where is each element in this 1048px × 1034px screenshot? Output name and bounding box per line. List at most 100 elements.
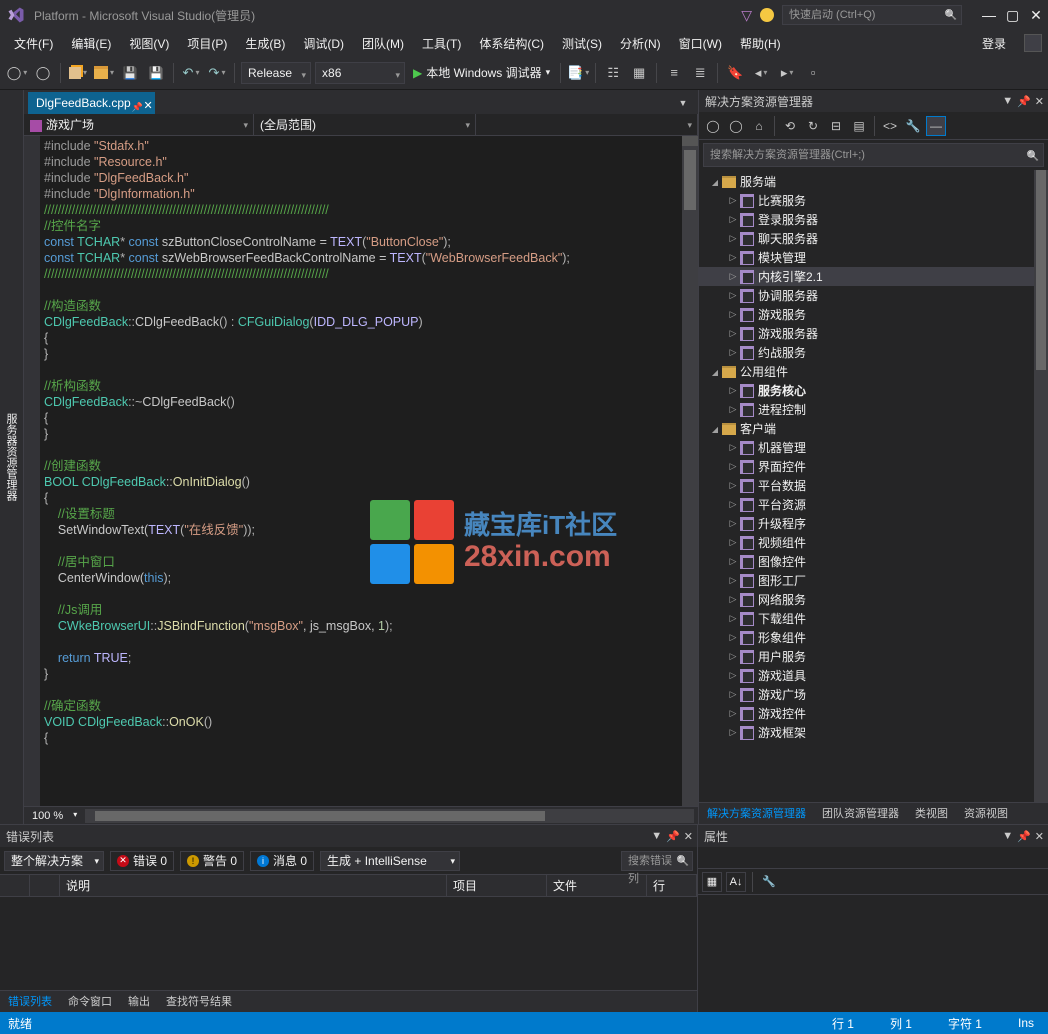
tree-proj-usersvc[interactable]: 用户服务 bbox=[699, 647, 1048, 666]
menu-help[interactable]: 帮助(H) bbox=[732, 32, 789, 55]
panel-pin-icon[interactable]: 📌 bbox=[1017, 95, 1031, 108]
redo-button[interactable] bbox=[206, 62, 228, 84]
tree-proj-gameframe[interactable]: 游戏框架 bbox=[699, 723, 1048, 742]
tree-proj-shape[interactable]: 形象组件 bbox=[699, 628, 1048, 647]
quick-launch-input[interactable]: 快速启动 (Ctrl+Q) bbox=[782, 5, 962, 25]
code-content[interactable]: #include "Stdafx.h" #include "Resource.h… bbox=[40, 136, 698, 806]
user-avatar-icon[interactable] bbox=[1024, 34, 1042, 52]
tree-proj-graph[interactable]: 图形工厂 bbox=[699, 571, 1048, 590]
se-preview-button[interactable]: — bbox=[926, 116, 946, 136]
prev-bookmark-button[interactable]: ◂ bbox=[750, 62, 772, 84]
tree-proj-platdata[interactable]: 平台数据 bbox=[699, 476, 1048, 495]
maximize-button[interactable]: ▢ bbox=[1006, 9, 1018, 21]
tab-solution-explorer[interactable]: 解决方案资源管理器 bbox=[699, 803, 814, 824]
doc-tab-dlgfeedback[interactable]: DlgFeedBack.cpp 📌 ✕ bbox=[28, 92, 155, 114]
tree-folder-client[interactable]: 客户端 bbox=[699, 419, 1048, 438]
props-categorized-button[interactable]: ▦ bbox=[702, 872, 722, 892]
find-in-files-button[interactable]: 📑 bbox=[567, 62, 589, 84]
tree-proj-coord[interactable]: 协调服务器 bbox=[699, 286, 1048, 305]
properties-grid[interactable] bbox=[698, 895, 1048, 1012]
hscroll-thumb[interactable] bbox=[95, 811, 545, 821]
tree-proj-upgrade[interactable]: 升级程序 bbox=[699, 514, 1048, 533]
tree-proj-chat[interactable]: 聊天服务器 bbox=[699, 229, 1048, 248]
tree-proj-gamectrl[interactable]: 游戏控件 bbox=[699, 704, 1048, 723]
close-button[interactable]: ✕ bbox=[1030, 9, 1042, 21]
props-object-combo[interactable] bbox=[698, 847, 1048, 869]
undo-button[interactable] bbox=[180, 62, 202, 84]
nav-type-combo[interactable]: (全局范围) bbox=[254, 114, 476, 135]
tree-proj-image[interactable]: 图像控件 bbox=[699, 552, 1048, 571]
nav-forward-button[interactable]: ◯ bbox=[32, 62, 54, 84]
tree-proj-video[interactable]: 视频组件 bbox=[699, 533, 1048, 552]
solution-tree[interactable]: 服务端 比赛服务 登录服务器 聊天服务器 模块管理 内核引擎2.1 协调服务器 … bbox=[699, 170, 1048, 802]
props-alpha-button[interactable]: A↓ bbox=[726, 872, 746, 892]
el-build-filter[interactable]: 生成 + IntelliSense bbox=[320, 851, 460, 871]
save-all-button[interactable] bbox=[145, 62, 167, 84]
menu-window[interactable]: 窗口(W) bbox=[671, 32, 730, 55]
tab-team-explorer[interactable]: 团队资源管理器 bbox=[814, 803, 907, 824]
save-button[interactable] bbox=[119, 62, 141, 84]
tree-proj-gameplaza[interactable]: 游戏广场 bbox=[699, 685, 1048, 704]
el-dropdown-icon[interactable]: ▼ bbox=[651, 830, 662, 843]
comment-button[interactable]: ≡ bbox=[663, 62, 685, 84]
platform-select[interactable]: x86 bbox=[315, 62, 405, 84]
se-showall-button[interactable]: ▤ bbox=[849, 116, 869, 136]
el-col-icon[interactable] bbox=[0, 875, 30, 896]
tree-proj-download[interactable]: 下载组件 bbox=[699, 609, 1048, 628]
tree-proj-gamesvc[interactable]: 游戏服务 bbox=[699, 305, 1048, 324]
code-editor[interactable]: #include "Stdafx.h" #include "Resource.h… bbox=[24, 136, 698, 806]
menu-analyze[interactable]: 分析(N) bbox=[612, 32, 669, 55]
bookmark-button[interactable]: 🔖 bbox=[724, 62, 746, 84]
tree-folder-server[interactable]: 服务端 bbox=[699, 172, 1048, 191]
el-search-input[interactable]: 搜索错误列 bbox=[621, 851, 693, 871]
el-pin-icon[interactable]: 📌 bbox=[666, 830, 680, 843]
menu-test[interactable]: 测试(S) bbox=[554, 32, 610, 55]
vscroll-thumb[interactable] bbox=[684, 150, 696, 210]
se-back-button[interactable]: ◯ bbox=[703, 116, 723, 136]
uncomment-button[interactable]: ≣ bbox=[689, 62, 711, 84]
editor-hscrollbar[interactable] bbox=[85, 809, 694, 823]
tree-proj-gameitem[interactable]: 游戏道具 bbox=[699, 666, 1048, 685]
menu-arch[interactable]: 体系结构(C) bbox=[471, 32, 552, 55]
next-bookmark-button[interactable]: ▸ bbox=[776, 62, 798, 84]
outline-margin[interactable] bbox=[24, 136, 40, 806]
run-debug-button[interactable]: ▶ 本地 Windows 调试器 ▾ bbox=[409, 64, 554, 81]
notifications-icon[interactable]: ▽ bbox=[741, 7, 752, 24]
menu-tools[interactable]: 工具(T) bbox=[414, 32, 469, 55]
tree-proj-proc[interactable]: 进程控制 bbox=[699, 400, 1048, 419]
se-sync-button[interactable]: ⟲ bbox=[780, 116, 800, 136]
tab-command-window[interactable]: 命令窗口 bbox=[60, 991, 120, 1013]
el-close-icon[interactable]: ✕ bbox=[684, 830, 693, 843]
panel-close-icon[interactable]: ✕ bbox=[1035, 95, 1044, 108]
tab-output[interactable]: 输出 bbox=[120, 991, 158, 1013]
nav-scope-combo[interactable]: 游戏广场 bbox=[24, 114, 254, 135]
el-col-project[interactable]: 项目 bbox=[447, 875, 547, 896]
tree-proj-module[interactable]: 模块管理 bbox=[699, 248, 1048, 267]
menu-project[interactable]: 项目(P) bbox=[179, 32, 235, 55]
se-home-button[interactable]: ⌂ bbox=[749, 116, 769, 136]
feedback-icon[interactable] bbox=[760, 8, 774, 22]
tree-proj-machine[interactable]: 机器管理 bbox=[699, 438, 1048, 457]
el-errors-toggle[interactable]: ✕错误 0 bbox=[110, 851, 174, 871]
error-grid-body[interactable] bbox=[0, 897, 697, 990]
tab-resource-view[interactable]: 资源视图 bbox=[956, 803, 1016, 824]
el-warnings-toggle[interactable]: !警告 0 bbox=[180, 851, 244, 871]
el-scope-filter[interactable]: 整个解决方案 bbox=[4, 851, 104, 871]
se-forward-button[interactable]: ◯ bbox=[726, 116, 746, 136]
tree-proj-compete[interactable]: 比赛服务 bbox=[699, 191, 1048, 210]
open-file-button[interactable] bbox=[93, 62, 115, 84]
el-col-code[interactable] bbox=[30, 875, 60, 896]
nav-back-button[interactable]: ◯ bbox=[6, 62, 28, 84]
el-messages-toggle[interactable]: i消息 0 bbox=[250, 851, 314, 871]
props-pin-icon[interactable]: 📌 bbox=[1017, 830, 1031, 843]
nav-member-combo[interactable] bbox=[476, 114, 698, 135]
tree-proj-login[interactable]: 登录服务器 bbox=[699, 210, 1048, 229]
tab-class-view[interactable]: 类视图 bbox=[907, 803, 956, 824]
split-handle[interactable] bbox=[682, 136, 698, 146]
tab-error-list[interactable]: 错误列表 bbox=[0, 991, 60, 1013]
el-col-desc[interactable]: 说明 bbox=[60, 875, 447, 896]
tree-proj-core[interactable]: 服务核心 bbox=[699, 381, 1048, 400]
tree-proj-kernel[interactable]: 内核引擎2.1 bbox=[699, 267, 1048, 286]
props-dropdown-icon[interactable]: ▼ bbox=[1002, 830, 1013, 843]
se-collapse-button[interactable]: ⊟ bbox=[826, 116, 846, 136]
